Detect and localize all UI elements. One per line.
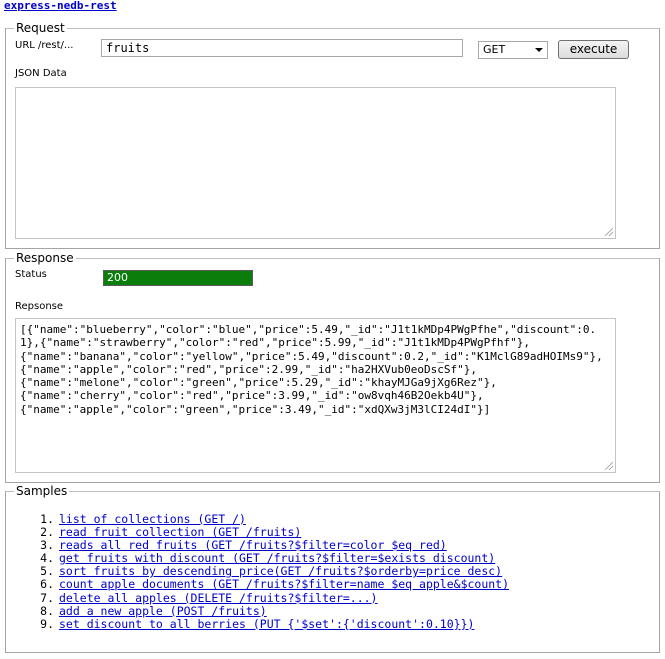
execute-button[interactable]: execute: [558, 40, 629, 59]
chevron-down-icon: [535, 48, 543, 52]
sample-link-red-fruits[interactable]: reads all red fruits (GET /fruits?$filte…: [59, 538, 447, 552]
resize-grip-icon[interactable]: [605, 462, 613, 470]
response-body: [{"name":"blueberry","color":"blue","pri…: [20, 323, 603, 416]
status-label: Status: [15, 269, 47, 280]
resize-grip-icon[interactable]: [605, 228, 613, 236]
sample-number: 2.: [40, 525, 54, 540]
sample-link-fruits-discount[interactable]: get fruits with discount (GET /fruits?$f…: [59, 551, 495, 565]
response-label: Repsonse: [15, 301, 64, 312]
sample-link-delete-apples[interactable]: delete all apples (DELETE /fruits?$filte…: [59, 591, 378, 605]
sample-link-list-collections[interactable]: list of collections (GET /): [59, 512, 246, 526]
method-select[interactable]: GET: [478, 41, 548, 59]
sample-link-read-fruits[interactable]: read fruit collection (GET /fruits): [59, 525, 301, 539]
sample-link-count-apples[interactable]: count apple documents (GET /fruits?$filt…: [59, 577, 509, 591]
response-textarea[interactable]: [{"name":"blueberry","color":"blue","pri…: [15, 318, 616, 473]
samples-list: 1. list of collections (GET /) 2. read fru…: [20, 513, 509, 631]
app-title-link[interactable]: express-nedb-rest: [4, 0, 117, 12]
sample-link-discount-berries[interactable]: set discount to all berries (PUT {'$set'…: [59, 617, 474, 631]
sample-number: 8.: [40, 603, 54, 618]
sample-number: 7.: [40, 590, 54, 605]
request-legend: Request: [14, 20, 67, 36]
sample-link-add-apple[interactable]: add a new apple (POST /fruits): [59, 604, 267, 618]
sample-number: 9.: [40, 616, 54, 631]
url-label: URL /rest/...: [15, 40, 74, 51]
sample-number: 1.: [40, 512, 54, 526]
sample-number: 4.: [40, 551, 54, 566]
samples-legend: Samples: [14, 483, 70, 499]
list-item: 9. set discount to all berries (PUT {'$se…: [20, 616, 509, 631]
method-select-value: GET: [483, 43, 506, 56]
sample-number: 5.: [40, 564, 54, 579]
request-section: Request URL /rest/... fruits GET execute…: [5, 20, 660, 249]
json-data-textarea[interactable]: [15, 87, 616, 239]
status-value: 200: [103, 270, 253, 286]
url-input[interactable]: fruits: [101, 39, 463, 57]
samples-section: Samples 1. list of collections (GET /) 2.…: [5, 483, 660, 653]
json-data-label: JSON Data: [15, 68, 67, 79]
sample-number: 6.: [40, 577, 54, 592]
response-section: Response Status 200 Repsonse [{"name":"b…: [5, 250, 660, 483]
response-legend: Response: [14, 250, 76, 266]
sample-number: 3.: [40, 538, 54, 553]
sample-link-sort-price[interactable]: sort fruits by descending price(GET /fru…: [59, 564, 502, 578]
